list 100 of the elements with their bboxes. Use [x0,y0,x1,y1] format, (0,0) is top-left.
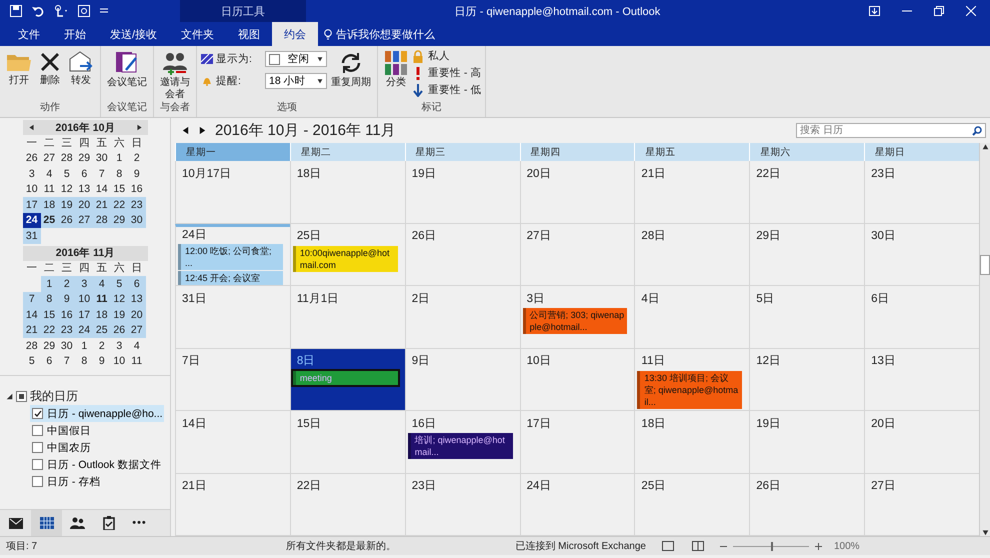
calendar-list-item[interactable]: 日历 - qiwenapple@ho... [30,405,164,422]
ribbon-button[interactable]: 打开 [4,49,34,88]
ribbon-button[interactable]: 删除 [36,49,64,88]
mini-calendar-day[interactable]: 4 [93,276,110,292]
mini-calendar-day[interactable]: 6 [76,166,93,182]
day-cell[interactable]: 28日 [634,224,750,285]
next-month-icon[interactable] [136,124,143,131]
mini-calendar-day[interactable]: 20 [76,197,93,212]
mini-calendar-day[interactable]: 10 [23,182,40,197]
day-cell[interactable]: 12日 [749,348,864,410]
day-cell[interactable]: 21日 [634,161,750,222]
mini-calendar-day[interactable]: 6 [128,276,146,292]
mini-calendar-day[interactable]: 29 [40,338,58,354]
calendar-list-item[interactable]: 中国假日 [30,422,164,439]
day-cell[interactable]: 10日 [520,348,634,410]
day-cell[interactable]: 25日 10:00qiwenapple@hotmail.com [290,224,405,285]
mini-calendar-day[interactable]: 24 [23,212,40,228]
mini-calendar-day[interactable]: 14 [23,307,40,322]
mini-calendar-day[interactable]: 30 [93,150,110,166]
mini-calendar-day[interactable]: 5 [110,276,128,292]
mini-calendar-day[interactable]: 2 [93,338,110,354]
day-cell[interactable]: 11月1日 [290,286,405,348]
checkbox[interactable] [32,408,43,419]
mini-calendar-day[interactable]: 16 [128,182,146,197]
mini-calendar-day[interactable]: 10 [110,354,128,369]
day-cell[interactable]: 21日 [175,474,290,535]
mini-calendar-day[interactable]: 13 [128,292,146,307]
mini-calendar-day[interactable]: 21 [23,322,40,338]
ribbon-tab[interactable]: 文件夹 [169,22,226,46]
day-cell[interactable]: 24日 12:00 吃饭; 公司食堂; ... 12:45 开会; 会议室 [175,224,290,285]
ribbon-tab[interactable]: 约会 [272,22,318,46]
mini-calendar-day[interactable]: 27 [128,322,146,338]
day-cell[interactable]: 4日 [634,286,750,348]
mini-calendar-day[interactable]: 27 [40,150,58,166]
mini-calendar-day[interactable]: 23 [58,322,76,338]
checkbox[interactable] [32,425,43,436]
search-field[interactable]: 搜索 日历 [796,123,986,138]
more-button[interactable]: ••• [124,510,155,536]
ribbon-tab[interactable]: 视图 [226,22,272,46]
mini-calendar-day[interactable]: 11 [128,354,146,369]
day-cell[interactable]: 14日 [175,411,290,472]
ribbon-tab[interactable]: 文件 [6,22,52,46]
appointment[interactable]: 12:45 开会; 会议室 [178,271,283,285]
mini-calendar-day[interactable]: 18 [93,307,110,322]
mini-calendar-day[interactable]: 17 [76,307,93,322]
day-cell[interactable]: 11日 13:30 培训项目; 会议室; qiwenapple@hotmail... [634,348,750,410]
mini-calendar-day[interactable]: 15 [110,182,128,197]
mini-calendar-day[interactable]: 28 [23,338,40,354]
expanded-icon[interactable] [6,393,13,400]
day-cell[interactable]: 29日 [749,224,864,285]
day-cell[interactable]: 20日 [520,161,634,222]
ribbon-tab[interactable]: 发送/接收 [98,22,170,46]
day-cell[interactable]: 23日 [404,474,520,535]
mini-calendar-day[interactable]: 23 [128,197,146,212]
day-cell[interactable]: 15日 [290,411,405,472]
appointment[interactable]: 公司营销; 303; qiwenapple@hotmail... [522,308,628,334]
show-as-dropdown[interactable]: 空闲 [265,51,327,67]
day-cell[interactable]: 9日 [404,348,520,410]
mini-calendar-day[interactable]: 12 [58,182,76,197]
mini-calendar-day[interactable]: 19 [58,197,76,212]
mini-calendar-day[interactable]: 1 [76,338,93,354]
save-icon[interactable] [10,5,22,17]
mini-calendar-day[interactable]: 1 [110,150,128,166]
scroll-up-icon[interactable] [982,143,988,150]
mini-calendar-day[interactable]: 16 [58,307,76,322]
mini-calendar-day[interactable]: 8 [110,166,128,182]
mini-calendar-day[interactable]: 15 [40,307,58,322]
mini-calendar-day[interactable]: 11 [93,292,110,307]
mini-calendar-day[interactable]: 19 [110,307,128,322]
mini-calendar-day[interactable]: 7 [93,166,110,182]
mini-calendar-day[interactable]: 5 [23,354,40,369]
ribbon-button[interactable]: 分类 [382,49,410,90]
normal-view-icon[interactable] [662,541,674,551]
mini-calendar-day[interactable]: 4 [40,166,58,182]
mini-calendar-day[interactable]: 25 [93,322,110,338]
next-icon[interactable] [198,126,207,135]
mini-calendar-day[interactable]: 30 [128,212,146,228]
mini-calendar-day[interactable]: 7 [58,354,76,369]
ribbon-button[interactable]: 重复周期 [329,49,373,90]
day-cell[interactable]: 24日 [520,474,634,535]
calendar-list-item[interactable]: 日历 - 存档 [30,473,164,490]
ribbon-button[interactable]: 转发 [66,49,96,88]
mini-calendar-day[interactable]: 1 [40,276,58,292]
mini-calendar-day[interactable]: 21 [93,197,110,212]
group-checkbox[interactable] [16,391,27,402]
mini-calendar-day[interactable]: 29 [76,150,93,166]
mini-calendar-day[interactable]: 26 [58,212,76,228]
day-cell[interactable]: 22日 [749,161,864,222]
ribbon-button[interactable]: 会议笔记 [105,49,149,90]
day-cell[interactable]: 8日 meeting [290,348,405,410]
calendar-list-item[interactable]: 中国农历 [30,439,164,456]
mini-calendar-day[interactable]: 3 [76,276,93,292]
calendar-list-item[interactable]: 日历 - Outlook 数据文件 [30,456,164,473]
checkbox[interactable] [32,459,43,470]
flag-option[interactable]: 重要性 - 高 [428,66,482,80]
mini-calendar-day[interactable]: 18 [40,197,58,212]
mini-calendar-day[interactable]: 6 [40,354,58,369]
mini-calendar-day[interactable]: 4 [128,338,146,354]
mini-calendar-day[interactable]: 2 [128,150,146,166]
previous-month-icon[interactable] [28,124,35,131]
